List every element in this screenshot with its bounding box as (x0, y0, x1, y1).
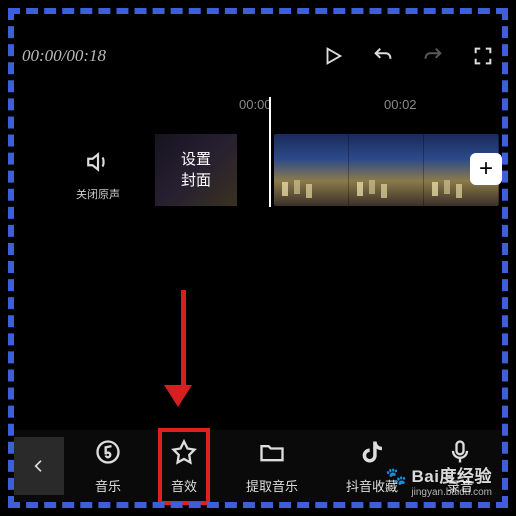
top-bar: 00:00/00:18 (14, 45, 502, 67)
toolbar-label: 抖音收藏 (346, 476, 398, 495)
music-note-icon (94, 438, 122, 471)
play-button[interactable] (322, 45, 344, 67)
toolbar-extract-music[interactable]: 提取音乐 (238, 434, 306, 499)
bottom-toolbar: 音乐 音效 提取音乐 抖音收藏 (14, 430, 502, 502)
app-root: 00:00/00:18 00:00 00:02 关闭原声 (0, 0, 516, 516)
mute-original-sound[interactable]: 关闭原声 (76, 149, 120, 202)
toolbar-label: 音乐 (95, 476, 121, 495)
timecode: 00:00/00:18 (22, 46, 106, 66)
redo-button[interactable] (422, 45, 444, 67)
back-button[interactable] (14, 437, 64, 495)
timeline-ruler: 00:00 00:02 (14, 97, 502, 115)
toolbar-label: 音效 (171, 476, 197, 495)
top-controls (322, 45, 494, 67)
speaker-icon (85, 149, 111, 180)
microphone-icon (446, 438, 474, 471)
toolbar-label: 提取音乐 (246, 476, 298, 495)
annotation-arrow (175, 290, 192, 407)
add-clip-button[interactable]: + (470, 153, 502, 185)
star-icon (170, 438, 198, 471)
toolbar-sound-effects[interactable]: 音效 (162, 434, 206, 499)
fullscreen-button[interactable] (472, 45, 494, 67)
video-clip-strip[interactable] (274, 134, 499, 206)
clip-frame (274, 134, 349, 206)
plus-icon: + (479, 155, 493, 183)
douyin-icon (358, 438, 386, 471)
toolbar-label: 录音 (447, 476, 473, 495)
set-cover-tile[interactable]: 设置 封面 (155, 134, 237, 206)
toolbar-music[interactable]: 音乐 (86, 434, 130, 499)
mute-label: 关闭原声 (76, 186, 120, 202)
cover-label: 设置 封面 (181, 149, 211, 191)
clip-frame (349, 134, 424, 206)
toolbar-douyin-favorites[interactable]: 抖音收藏 (338, 434, 406, 499)
timeline[interactable]: 关闭原声 设置 封面 + (14, 119, 502, 259)
ruler-mark-1: 00:02 (384, 97, 417, 112)
toolbar-record[interactable]: 录音 (438, 434, 482, 499)
folder-icon (258, 438, 286, 471)
undo-button[interactable] (372, 45, 394, 67)
playhead[interactable] (269, 97, 271, 207)
ruler-mark-0: 00:00 (239, 97, 272, 112)
